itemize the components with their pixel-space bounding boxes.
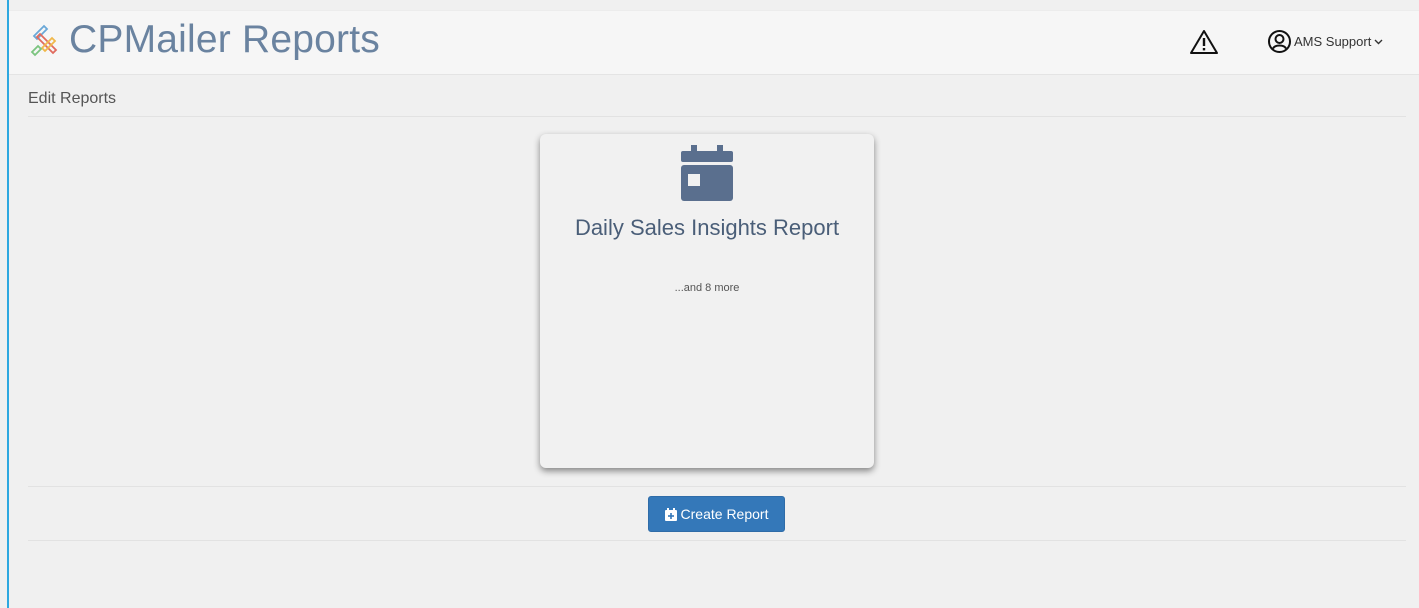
user-circle-icon: [1268, 30, 1291, 53]
chevron-down-icon: [1374, 39, 1383, 44]
report-title: Daily Sales Insights Report: [574, 215, 840, 240]
calendar-icon: [681, 145, 733, 201]
create-report-button[interactable]: Create Report: [648, 496, 785, 532]
page: CPMailer Reports AMS Support Edit Report…: [0, 0, 1419, 608]
report-card[interactable]: Daily Sales Insights Report ...and 8 mor…: [540, 134, 874, 468]
header-bar: CPMailer Reports AMS Support: [9, 10, 1419, 75]
warning-triangle-icon[interactable]: [1189, 28, 1219, 56]
divider: [28, 540, 1406, 541]
window-edge: [7, 0, 9, 608]
calendar-plus-icon: [664, 507, 677, 521]
divider: [28, 116, 1406, 117]
section-title: Edit Reports: [28, 90, 117, 107]
app-title: CPMailer Reports: [69, 18, 380, 61]
create-report-label: Create Report: [680, 506, 769, 522]
divider: [28, 486, 1406, 487]
cpmailer-logo-icon: [30, 24, 58, 57]
report-more-count: ...and 8 more: [674, 282, 740, 294]
user-name: AMS Support: [1294, 34, 1372, 49]
user-menu[interactable]: AMS Support: [1267, 29, 1383, 54]
